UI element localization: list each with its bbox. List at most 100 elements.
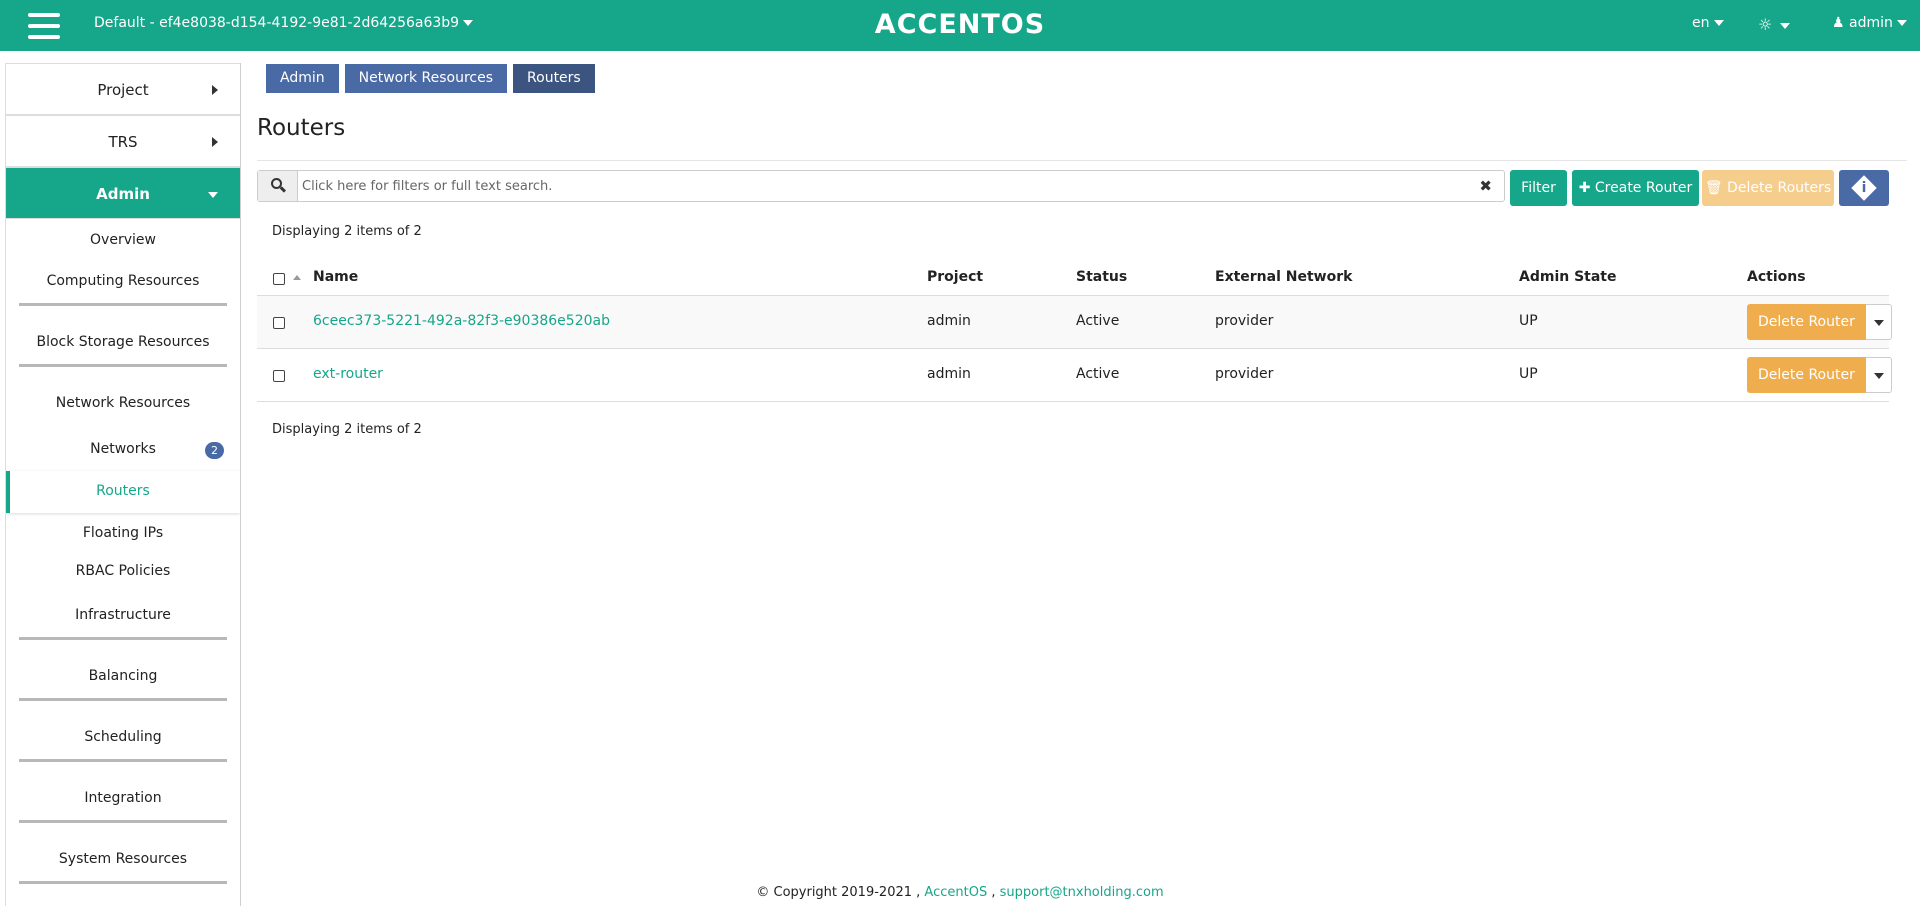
cell-admin-state: UP (1519, 366, 1538, 382)
items-count-bottom: Displaying 2 items of 2 (272, 422, 422, 437)
hamburger-menu-icon[interactable] (28, 13, 60, 39)
divider (19, 820, 227, 823)
sidebar-item-label: Balancing (88, 668, 158, 684)
sidebar-item-label: Overview (90, 232, 156, 248)
sidebar-item-networks[interactable]: Networks 2 (6, 429, 240, 471)
chevron-right-icon (212, 85, 218, 95)
sidebar-group-block-storage[interactable]: Block Storage Resources (6, 318, 240, 379)
footer-copyright: © Copyright 2019-2021 , (756, 885, 921, 900)
top-navbar: Default - ef4e8038-d154-4192-9e81-2d6425… (0, 0, 1920, 51)
row-checkbox[interactable] (273, 370, 285, 382)
sidebar-group-infrastructure[interactable]: Infrastructure (6, 591, 240, 652)
column-header-admin-state[interactable]: Admin State (1519, 269, 1617, 285)
column-header-project[interactable]: Project (927, 269, 983, 285)
page-title: Routers (257, 115, 346, 141)
sidebar-item-floating-ips[interactable]: Floating IPs (6, 513, 240, 555)
footer-product-link[interactable]: AccentOS (924, 885, 987, 900)
delete-routers-label: Delete Routers (1727, 180, 1832, 196)
language-selector[interactable]: en (1692, 15, 1724, 31)
sidebar-item-label: Scheduling (84, 729, 162, 745)
row-checkbox[interactable] (273, 317, 285, 329)
cell-external-network: provider (1215, 366, 1274, 382)
networks-count-badge: 2 (205, 442, 224, 459)
sidebar: Project TRS Admin Overview Computing Res… (5, 63, 241, 906)
create-router-label: Create Router (1594, 180, 1693, 196)
project-selector-label: Default - ef4e8038-d154-4192-9e81-2d6425… (94, 15, 460, 31)
router-name-link[interactable]: ext-router (313, 366, 383, 382)
sidebar-item-label: Project (97, 81, 149, 99)
sidebar-group-integration[interactable]: Integration (6, 774, 240, 835)
create-router-button[interactable]: ✚ Create Router (1572, 170, 1699, 206)
sidebar-item-label: Admin (96, 185, 150, 203)
close-icon[interactable]: ✖ (1479, 177, 1492, 195)
sidebar-item-label: Computing Resources (46, 273, 200, 289)
divider (19, 637, 227, 640)
sort-up-icon[interactable] (293, 275, 301, 280)
divider (19, 881, 227, 884)
sidebar-item-label: Block Storage Resources (36, 334, 210, 350)
delete-router-button[interactable]: Delete Router (1747, 357, 1866, 393)
search-icon[interactable] (258, 171, 298, 201)
divider (257, 160, 1907, 161)
info-button[interactable]: i (1839, 170, 1889, 206)
column-header-name[interactable]: Name (313, 269, 358, 285)
breadcrumb-network-resources[interactable]: Network Resources (344, 64, 508, 93)
divider (19, 364, 227, 367)
user-menu[interactable]: ♟ admin (1832, 15, 1907, 31)
sidebar-item-label: RBAC Policies (75, 563, 171, 579)
sidebar-group-balancing[interactable]: Balancing (6, 652, 240, 713)
footer-email-link[interactable]: support@tnxholding.com (1000, 885, 1164, 900)
table-row: 6ceec373-5221-492a-82f3-e90386e520ab adm… (257, 296, 1892, 349)
divider (19, 759, 227, 762)
sidebar-item-label: Floating IPs (82, 525, 164, 541)
breadcrumb-routers[interactable]: Routers (513, 64, 595, 93)
row-actions: Delete Router (1747, 357, 1892, 393)
sidebar-item-routers[interactable]: Routers (6, 471, 240, 513)
row-actions: Delete Router (1747, 304, 1892, 340)
table-row: ext-router admin Active provider UP Dele… (257, 349, 1892, 402)
search-input[interactable] (302, 171, 1472, 201)
breadcrumb: Admin Network Resources Routers (266, 64, 601, 93)
delete-routers-button[interactable]: 🗑 Delete Routers (1702, 170, 1834, 206)
delete-router-button[interactable]: Delete Router (1747, 304, 1866, 340)
sidebar-group-scheduling[interactable]: Scheduling (6, 713, 240, 774)
chevron-down-icon (208, 192, 218, 198)
divider (19, 698, 227, 701)
search-box: ✖ (257, 170, 1505, 202)
sidebar-item-rbac-policies[interactable]: RBAC Policies (6, 555, 240, 591)
sidebar-item-project[interactable]: Project (6, 63, 240, 115)
sidebar-item-label: Network Resources (55, 395, 191, 411)
sidebar-group-computing[interactable]: Computing Resources (6, 257, 240, 318)
sidebar-item-label: Infrastructure (75, 607, 171, 623)
actions-dropdown-toggle[interactable] (1865, 357, 1892, 393)
cell-project: admin (927, 313, 971, 329)
routers-table: Name Project Status External Network Adm… (257, 261, 1892, 402)
column-header-external-network[interactable]: External Network (1215, 269, 1352, 285)
gear-icon: ☼ (1758, 15, 1773, 34)
trash-icon: 🗑 (1704, 180, 1723, 196)
divider (19, 303, 227, 306)
sidebar-item-label: TRS (108, 133, 138, 151)
theme-selector[interactable]: ☼ (1758, 15, 1791, 34)
sidebar-group-network[interactable]: Network Resources (6, 379, 240, 429)
router-name-link[interactable]: 6ceec373-5221-492a-82f3-e90386e520ab (313, 313, 610, 329)
plus-icon: ✚ (1578, 180, 1591, 196)
filter-button[interactable]: Filter (1510, 170, 1567, 206)
cell-status: Active (1076, 313, 1120, 329)
column-header-status[interactable]: Status (1076, 269, 1127, 285)
sidebar-item-admin[interactable]: Admin (6, 167, 240, 219)
chevron-down-icon (1896, 20, 1907, 26)
chevron-right-icon (212, 137, 218, 147)
filter-button-label: Filter (1521, 180, 1556, 196)
items-count: Displaying 2 items of 2 (272, 224, 422, 239)
select-all-checkbox[interactable] (273, 273, 285, 285)
actions-dropdown-toggle[interactable] (1865, 304, 1892, 340)
breadcrumb-admin[interactable]: Admin (266, 64, 339, 93)
cell-admin-state: UP (1519, 313, 1538, 329)
project-selector[interactable]: Default - ef4e8038-d154-4192-9e81-2d6425… (94, 15, 474, 31)
sidebar-item-label: Integration (84, 790, 162, 806)
sidebar-item-overview[interactable]: Overview (6, 219, 240, 257)
cell-project: admin (927, 366, 971, 382)
info-icon: i (1851, 175, 1877, 201)
sidebar-item-trs[interactable]: TRS (6, 115, 240, 167)
